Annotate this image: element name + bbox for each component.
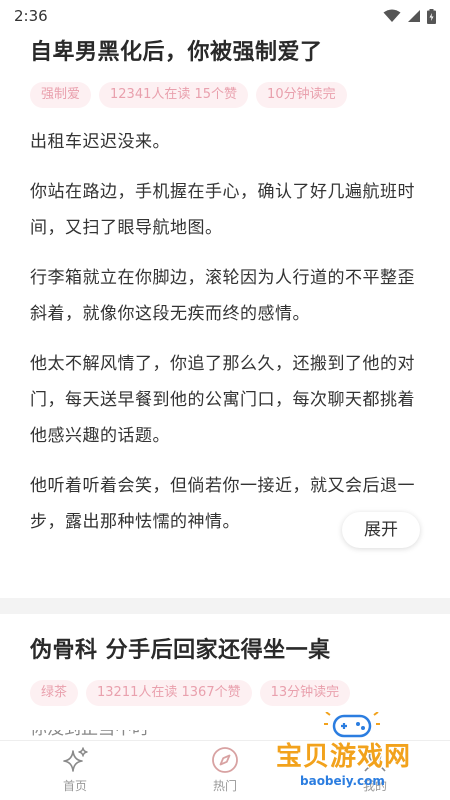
gamepad-icon [324,712,380,738]
tag-read-time: 13分钟读完 [259,680,351,706]
article-tags: 绿茶 13211人在读 1367个赞 13分钟读完 [30,680,420,706]
status-icons [383,8,436,24]
compass-icon [212,747,238,773]
tag-stats: 12341人在读 15个赞 [99,82,249,108]
article-tags: 强制爱 12341人在读 15个赞 10分钟读完 [30,82,420,108]
tag-genre[interactable]: 强制爱 [30,82,92,108]
tag-genre[interactable]: 绿茶 [30,680,79,706]
cellular-signal-icon [408,10,420,22]
tag-stats: 13211人在读 1367个赞 [86,680,252,706]
expand-button[interactable]: 展开 [342,512,420,548]
article-title[interactable]: 伪骨科 分手后回家还得坐一桌 [30,636,420,666]
article-paragraph: 行李箱就立在你脚边，滚轮因为人行道的不平整歪斜着，就像你这段无疾而终的感情。 [30,268,415,324]
status-time: 2:36 [14,7,48,25]
card-separator [0,598,450,614]
wifi-icon [383,9,401,22]
tab-hot[interactable]: 热门 [180,745,270,794]
tag-read-time: 10分钟读完 [256,82,347,108]
sparkle-icon [63,747,88,772]
battery-icon [427,8,436,24]
watermark: 宝贝游戏网 baobeiy.com [272,712,442,798]
status-bar: 2:36 [0,0,450,32]
article-paragraph: 他太不解风情了，你追了那么久，还搬到了他的对门，每天送早餐到他的公寓门口，每次聊… [30,354,415,446]
tab-home[interactable]: 首页 [30,745,120,794]
watermark-url: baobeiy.com [300,774,385,788]
tab-hot-label: 热门 [212,779,237,793]
article-preview-text: 你没到正当中时 [30,730,230,739]
article-paragraph: 出租车迟迟没来。 [30,132,170,152]
article-content: 出租车迟迟没来。 你站在路边，手机握在手心，确认了好几遍航班时间，又扫了眼导航地… [30,124,420,540]
tab-home-label: 首页 [62,779,87,793]
article-paragraph: 你站在路边，手机握在手心，确认了好几遍航班时间，又扫了眼导航地图。 [30,182,415,238]
article-title[interactable]: 自卑男黑化后，你被强制爱了 [30,38,420,68]
article-preview-clipped: 你没到正当中时 [30,730,230,740]
watermark-text: 宝贝游戏网 [276,742,412,772]
